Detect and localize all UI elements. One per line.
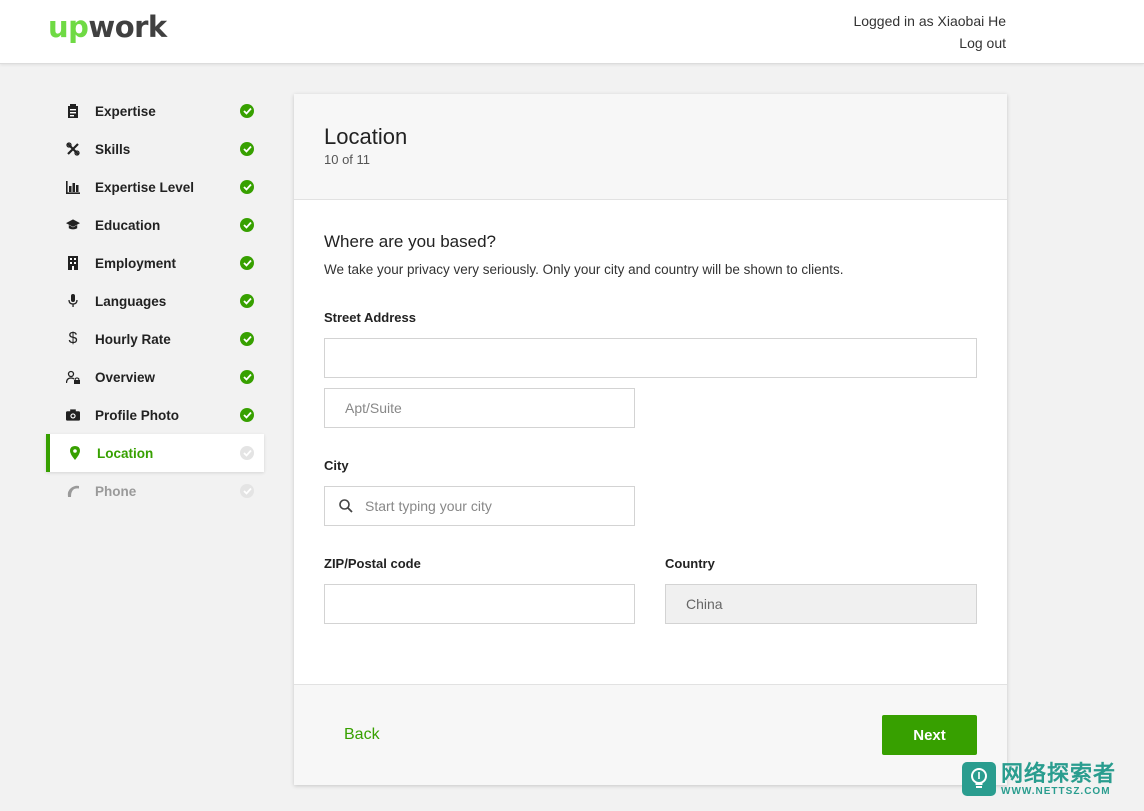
map-pin-icon [68, 446, 82, 460]
sidebar-item-label: Profile Photo [95, 407, 179, 423]
sidebar-item-label: Location [97, 445, 154, 461]
lightbulb-icon [962, 762, 996, 796]
apt-suite-input[interactable]: Apt/Suite [324, 388, 635, 428]
location-form-card: Location 10 of 11 Where are you based? W… [294, 94, 1007, 785]
check-circle-icon [240, 104, 254, 118]
profile-steps-sidebar: Expertise Skills Expertise Level Educati… [46, 92, 264, 510]
person-lock-icon [66, 370, 80, 384]
section-title: Where are you based? [324, 232, 496, 251]
card-header: Location 10 of 11 [294, 94, 1007, 200]
page-title: Location [324, 124, 408, 149]
clipboard-icon [66, 104, 80, 118]
sidebar-item-label: Overview [95, 369, 156, 385]
site-watermark: 网络探索者 WWW.NETTSZ.COM [962, 760, 1134, 798]
back-button[interactable]: Back [344, 726, 380, 744]
sidebar-item-languages[interactable]: Languages [46, 282, 264, 320]
search-icon [339, 499, 353, 513]
check-circle-icon [240, 218, 254, 232]
sidebar-item-skills[interactable]: Skills [46, 130, 264, 168]
bar-chart-icon [66, 180, 80, 194]
card-body: Where are you based? We take your privac… [294, 200, 1007, 684]
dollar-icon: $ [68, 330, 78, 347]
city-input[interactable]: Start typing your city [324, 486, 635, 526]
sidebar-item-profile-photo[interactable]: Profile Photo [46, 396, 264, 434]
sidebar-item-label: Education [95, 217, 161, 233]
user-info: Logged in as Xiaobai He Log out [853, 10, 1006, 54]
country-field: China [665, 584, 977, 624]
top-header: upwork Logged in as Xiaobai He Log out [0, 0, 1144, 64]
card-footer: Back Next [294, 684, 1007, 785]
sidebar-item-location[interactable]: Location [46, 434, 264, 472]
logged-in-text: Logged in as Xiaobai He [853, 13, 1006, 29]
sidebar-item-label: Hourly Rate [95, 331, 171, 347]
check-circle-icon [240, 332, 254, 346]
city-placeholder: Start typing your city [365, 498, 492, 514]
logo-work: work [88, 10, 167, 44]
check-circle-icon [240, 180, 254, 194]
sidebar-item-expertise-level[interactable]: Expertise Level [46, 168, 264, 206]
pending-check-icon [240, 446, 254, 460]
sidebar-item-education[interactable]: Education [46, 206, 264, 244]
camera-icon [66, 408, 80, 422]
country-label: Country [665, 556, 715, 571]
watermark-url: WWW.NETTSZ.COM [1001, 785, 1111, 797]
sidebar-item-label: Employment [95, 255, 177, 271]
sidebar-item-overview[interactable]: Overview [46, 358, 264, 396]
sidebar-item-label: Phone [95, 483, 137, 499]
zip-label: ZIP/Postal code [324, 556, 421, 571]
tools-icon [66, 142, 80, 156]
zip-input[interactable] [324, 584, 635, 624]
pending-check-icon [240, 484, 254, 498]
sidebar-item-label: Expertise [95, 103, 156, 119]
sidebar-item-label: Languages [95, 293, 167, 309]
section-subtitle: We take your privacy very seriously. Onl… [324, 262, 844, 277]
city-label: City [324, 458, 349, 473]
sidebar-item-label: Skills [95, 141, 131, 157]
sidebar-item-hourly-rate[interactable]: $ Hourly Rate [46, 320, 264, 358]
sidebar-item-label: Expertise Level [95, 179, 195, 195]
sidebar-item-phone: Phone [46, 472, 264, 510]
sidebar-item-expertise[interactable]: Expertise [46, 92, 264, 130]
building-icon [66, 256, 80, 270]
next-button[interactable]: Next [882, 715, 977, 755]
sidebar-item-employment[interactable]: Employment [46, 244, 264, 282]
upwork-logo[interactable]: upwork [48, 10, 167, 44]
phone-icon [66, 484, 80, 498]
check-circle-icon [240, 256, 254, 270]
street-address-input[interactable] [324, 338, 977, 378]
logo-up: up [48, 10, 89, 44]
step-indicator: 10 of 11 [324, 152, 371, 167]
watermark-chinese: 网络探索者 [1001, 760, 1117, 786]
microphone-icon [66, 294, 80, 308]
check-circle-icon [240, 408, 254, 422]
check-circle-icon [240, 370, 254, 384]
street-address-label: Street Address [324, 310, 416, 325]
check-circle-icon [240, 142, 254, 156]
graduation-cap-icon [66, 218, 80, 232]
logout-link[interactable]: Log out [853, 32, 1006, 54]
check-circle-icon [240, 294, 254, 308]
